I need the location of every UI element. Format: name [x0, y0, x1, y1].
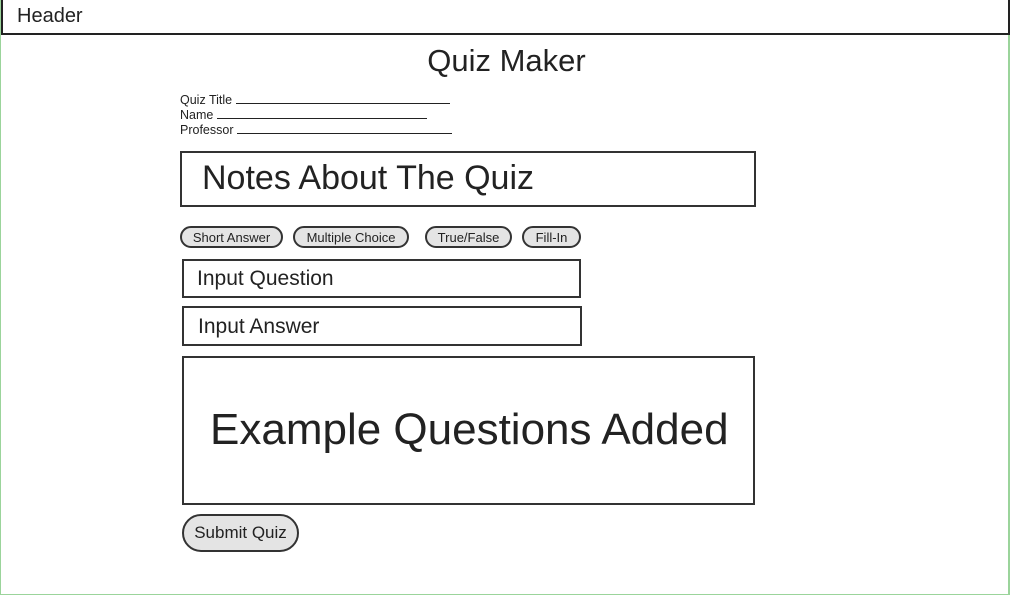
answer-input-text: Input Answer — [198, 315, 320, 338]
professor-underline[interactable] — [236, 123, 452, 134]
name-label: Name — [180, 108, 214, 122]
question-input-text: Input Question — [197, 267, 334, 290]
quiz-title-label: Quiz Title — [180, 93, 233, 107]
page-title: Quiz Maker — [427, 43, 586, 78]
submit-quiz-button[interactable]: Submit Quiz — [182, 514, 299, 552]
fill-in-button[interactable]: Fill-In — [522, 226, 581, 248]
notes-field[interactable]: Notes About The Quiz — [180, 151, 756, 207]
short-answer-button[interactable]: Short Answer — [180, 226, 283, 248]
answer-input[interactable]: Input Answer — [182, 306, 582, 346]
example-questions-text: Example Questions Added — [210, 405, 729, 454]
name-underline[interactable] — [216, 108, 427, 119]
professor-label: Professor — [180, 123, 234, 137]
header-bar: Header — [1, 0, 1010, 35]
question-input[interactable]: Input Question — [182, 259, 581, 298]
professor-field[interactable]: Professor — [180, 123, 452, 137]
quiz-title-underline[interactable] — [235, 93, 450, 104]
header-label: Header — [17, 5, 83, 27]
example-questions-panel: Example Questions Added — [182, 356, 755, 505]
multiple-choice-button[interactable]: Multiple Choice — [293, 226, 409, 248]
quiz-title-field[interactable]: Quiz Title — [180, 93, 450, 107]
notes-text: Notes About The Quiz — [202, 159, 535, 197]
name-field[interactable]: Name — [180, 108, 427, 122]
true-false-button[interactable]: True/False — [425, 226, 512, 248]
